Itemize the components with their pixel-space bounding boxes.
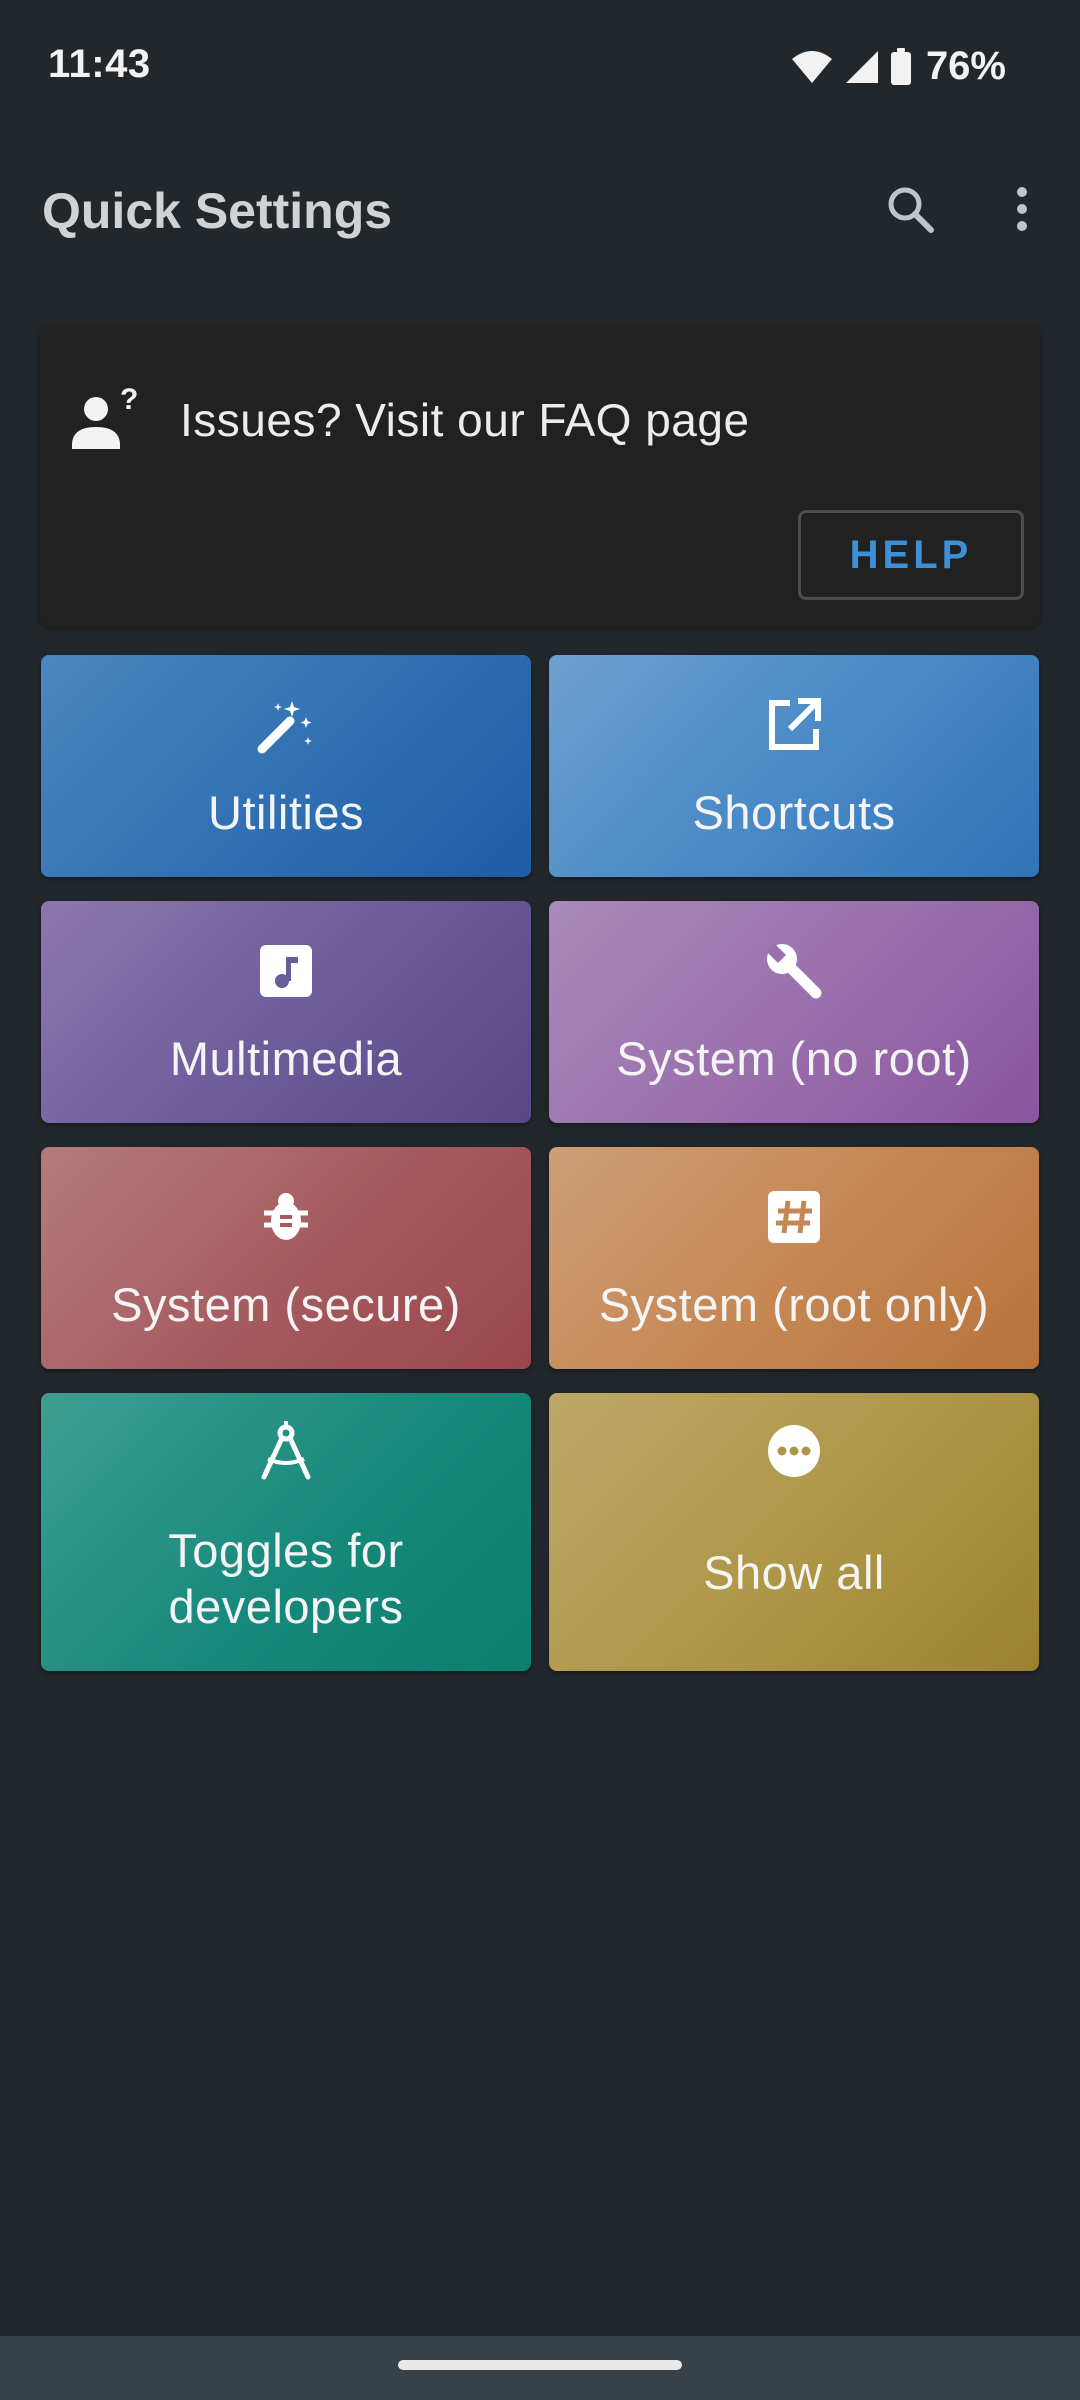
tile-toggles-for-developers[interactable]: Toggles for developers	[41, 1393, 531, 1671]
faq-card: ? Issues? Visit our FAQ page HELP	[40, 327, 1040, 627]
page-title: Quick Settings	[42, 183, 393, 239]
tile-label: Show all	[703, 1546, 885, 1599]
tile-show-all[interactable]: Show all	[549, 1393, 1039, 1671]
tile-label: Shortcuts	[692, 786, 896, 839]
tile-utilities[interactable]: Utilities	[41, 655, 531, 877]
status-time: 11:43	[48, 42, 151, 86]
magic-wand-icon	[256, 695, 316, 755]
open-in-new-icon	[764, 695, 824, 755]
tile-label: Toggles for developers	[41, 1523, 531, 1635]
tile-label: System (no root)	[616, 1032, 972, 1085]
more-options-button[interactable]	[987, 174, 1057, 244]
home-gesture-handle[interactable]	[398, 2360, 682, 2370]
battery-icon	[890, 47, 912, 86]
help-button[interactable]: HELP	[798, 510, 1024, 600]
tile-label: Utilities	[208, 786, 364, 839]
hash-icon	[764, 1187, 824, 1247]
tile-system-secure[interactable]: System (secure)	[41, 1147, 531, 1369]
app-bar: Quick Settings	[0, 150, 1080, 270]
tile-label-line2: developers	[168, 1580, 404, 1633]
tile-label: Multimedia	[169, 1032, 403, 1085]
more-vert-icon	[1017, 187, 1027, 231]
more-horiz-circle-icon	[764, 1421, 824, 1481]
faq-text: Issues? Visit our FAQ page	[180, 394, 750, 446]
tile-shortcuts[interactable]: Shortcuts	[549, 655, 1039, 877]
wrench-icon	[764, 941, 824, 1001]
tile-system-no-root[interactable]: System (no root)	[549, 901, 1039, 1123]
tile-multimedia[interactable]: Multimedia	[41, 901, 531, 1123]
status-bar: 11:43 76%	[0, 0, 1080, 130]
tile-label: System (root only)	[598, 1278, 990, 1331]
tile-label-line1: Toggles for	[168, 1524, 404, 1577]
person-question-icon: ?	[68, 383, 140, 457]
navigation-bar	[0, 2336, 1080, 2400]
status-icons: 76%	[790, 44, 1006, 89]
signal-icon	[844, 49, 880, 85]
svg-text:?: ?	[120, 385, 138, 416]
battery-percent: 76%	[925, 44, 1006, 88]
bug-icon	[256, 1187, 316, 1247]
music-note-icon	[256, 941, 316, 1001]
tile-label: System (secure)	[111, 1278, 461, 1331]
wifi-icon	[790, 49, 834, 85]
search-icon	[888, 187, 934, 233]
search-button[interactable]	[875, 174, 945, 244]
tile-system-root-only[interactable]: System (root only)	[549, 1147, 1039, 1369]
compass-icon	[256, 1421, 316, 1481]
